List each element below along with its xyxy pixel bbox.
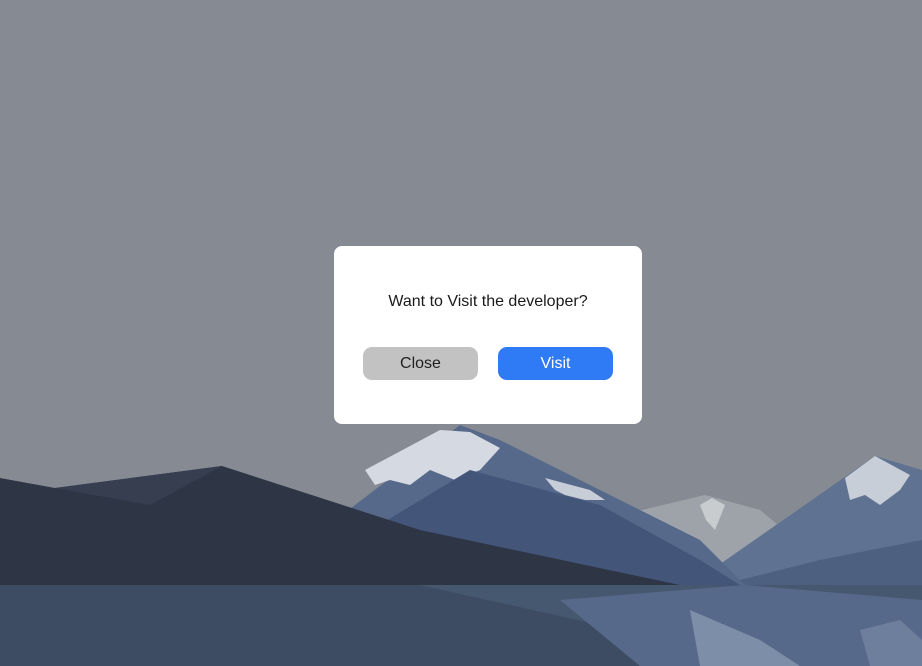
dialog-message: Want to Visit the developer?: [388, 293, 588, 310]
visit-developer-dialog: Want to Visit the developer? Close Visit: [334, 246, 642, 424]
desktop-screen: Want to Visit the developer? Close Visit: [0, 0, 922, 666]
visit-button[interactable]: Visit: [498, 347, 613, 380]
close-button[interactable]: Close: [363, 347, 478, 380]
